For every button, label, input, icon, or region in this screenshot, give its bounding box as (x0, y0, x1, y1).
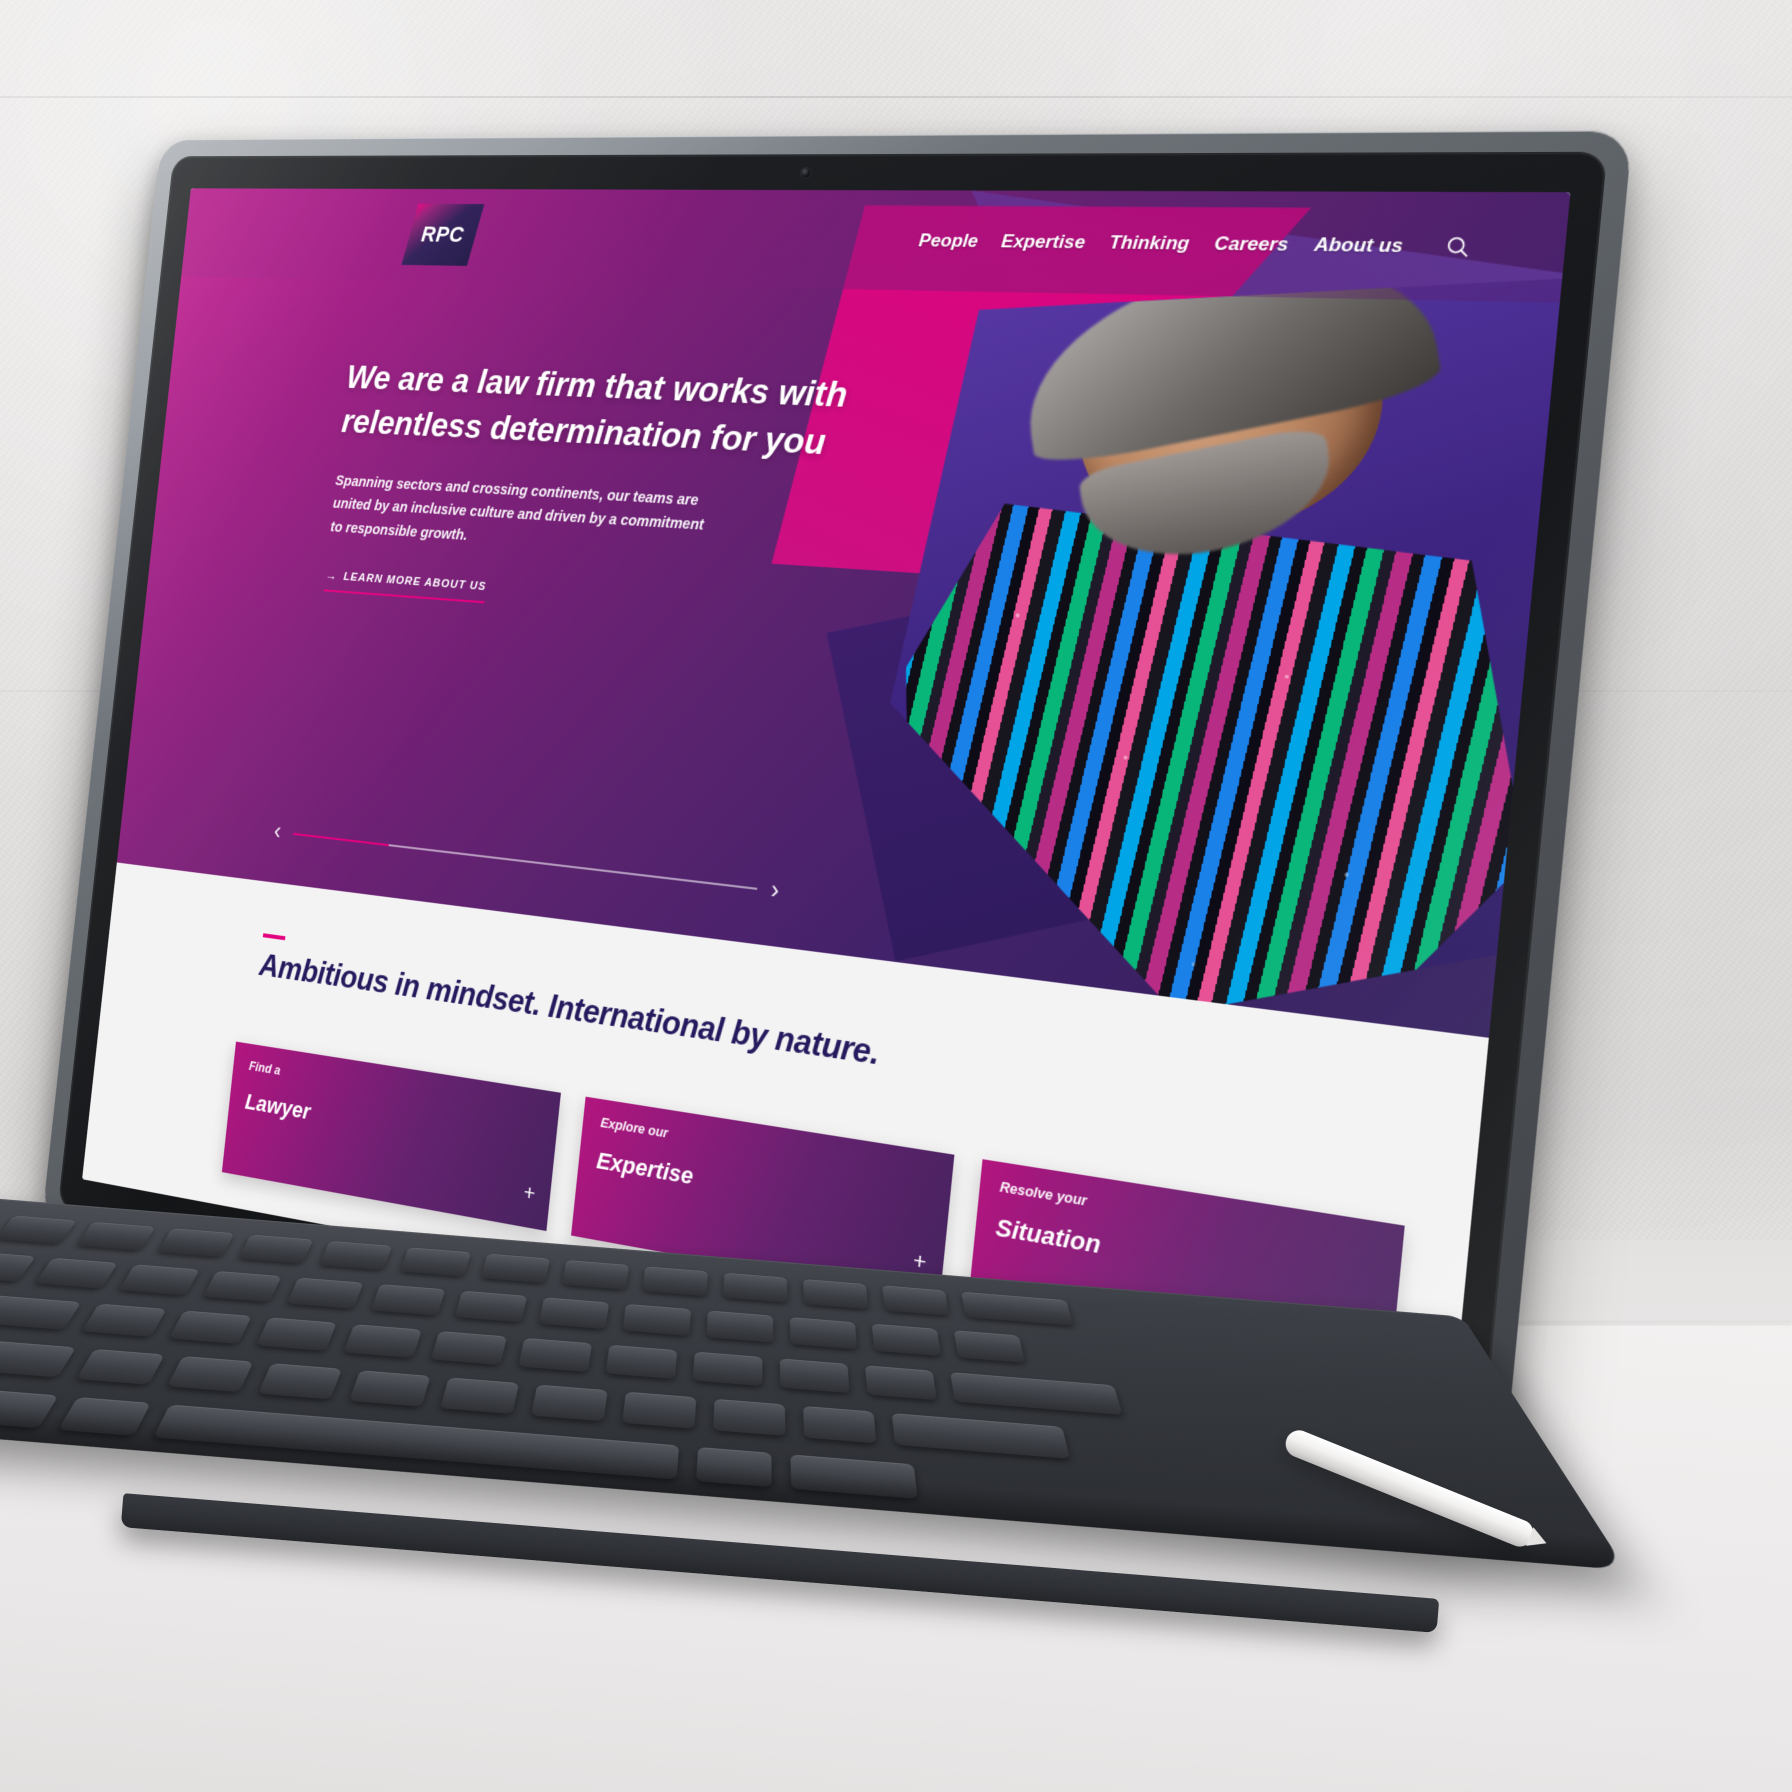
portrait-beard (1078, 424, 1341, 573)
plus-icon: + (522, 1180, 537, 1207)
decorative-facet-deep (794, 523, 1450, 1027)
decorative-facet-pink (771, 205, 1311, 596)
decorative-facet-lilac (1122, 429, 1570, 809)
site-header: RPC People Expertise Thinking Careers Ab… (181, 188, 1571, 303)
hero-copy-block: We are a law firm that works with relent… (323, 355, 946, 636)
card-eyebrow: Resolve your (999, 1179, 1088, 1210)
sequin-sparkle-overlay (872, 499, 1558, 1037)
front-camera-icon (800, 167, 811, 178)
hero-subtitle: Spanning sectors and crossing continents… (329, 472, 705, 544)
carousel-progress-fill (292, 832, 389, 846)
section-heading: Ambitious in mindset. International by n… (257, 947, 882, 1073)
portrait-face (1065, 277, 1399, 555)
learn-more-link[interactable]: → LEARN MORE ABOUT US (323, 567, 488, 604)
nav-item-about-us[interactable]: About us (1313, 233, 1404, 257)
card-eyebrow: Find a (248, 1059, 282, 1079)
plus-icon: + (911, 1248, 928, 1277)
section-heading-block: Ambitious in mindset. International by n… (258, 933, 883, 1073)
carousel-progress-track[interactable] (292, 832, 757, 890)
nav-item-careers[interactable]: Careers (1213, 232, 1290, 255)
portrait-backdrop (863, 267, 1571, 1038)
rpc-logo[interactable]: RPC (401, 203, 484, 266)
nav-item-people[interactable]: People (918, 230, 979, 252)
card-title: Lawyer (243, 1088, 312, 1125)
card-title: Expertise (595, 1147, 695, 1190)
learn-more-label: LEARN MORE ABOUT US (342, 570, 487, 593)
hero-section: RPC People Expertise Thinking Careers Ab… (116, 188, 1571, 1038)
portrait-sequin-jacket (872, 499, 1558, 1037)
search-icon[interactable] (1443, 233, 1473, 259)
card-eyebrow: Explore our (599, 1115, 669, 1142)
logo-text: RPC (419, 221, 465, 247)
decorative-facet-violet (923, 191, 1571, 723)
main-navigation: People Expertise Thinking Careers About … (918, 229, 1473, 260)
carousel-prev-button[interactable]: ‹ (273, 817, 283, 844)
arrow-right-icon: → (324, 567, 339, 584)
photo-scene: RPC People Expertise Thinking Careers Ab… (0, 0, 1792, 1792)
wall-seam (0, 96, 1792, 98)
hero-title: We are a law firm that works with relent… (340, 357, 850, 463)
portrait-hair (1014, 267, 1443, 471)
hero-portrait-image (863, 267, 1571, 1038)
tablet-device: RPC People Expertise Thinking Careers Ab… (40, 130, 1633, 1511)
accent-rule (262, 933, 286, 941)
carousel-next-button[interactable]: › (769, 875, 780, 905)
nav-item-expertise[interactable]: Expertise (1000, 231, 1086, 254)
